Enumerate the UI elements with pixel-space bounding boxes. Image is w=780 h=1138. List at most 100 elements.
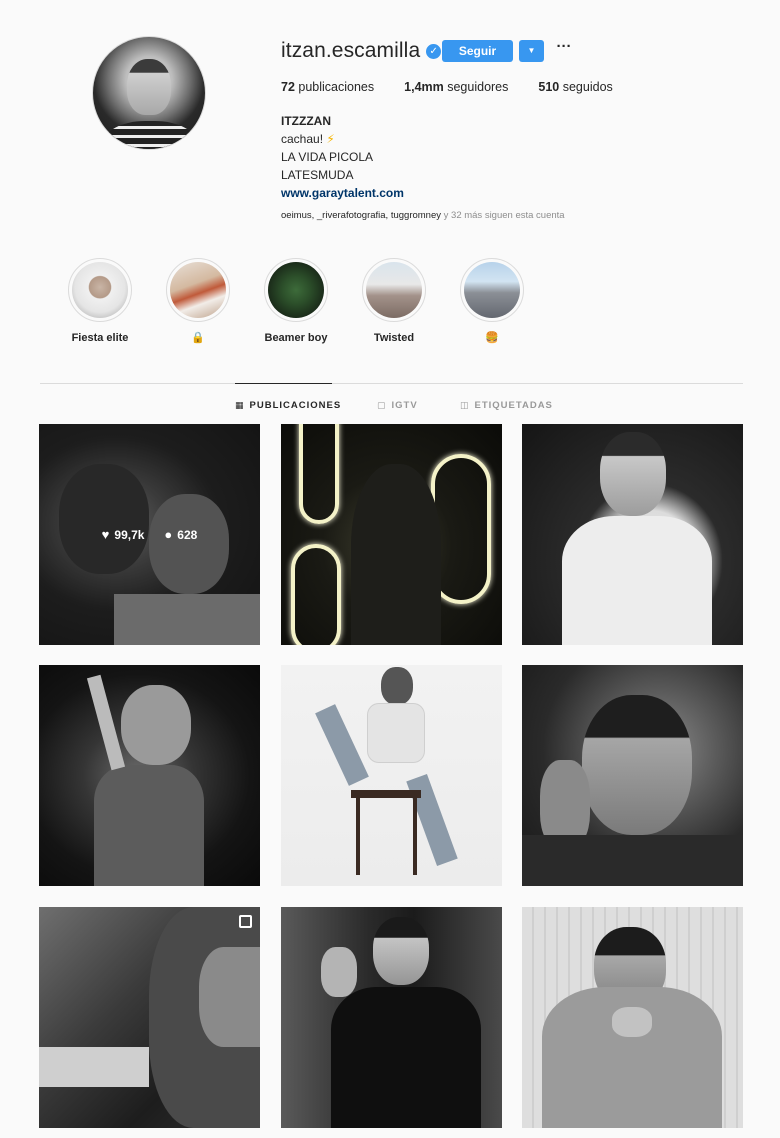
- highlight-thumbnail: [72, 262, 128, 318]
- highlight-thumbnail: [170, 262, 226, 318]
- photo-figure: [600, 432, 666, 516]
- highlight-label: Twisted: [373, 332, 415, 344]
- post-thumbnail[interactable]: [281, 907, 502, 1128]
- burger-icon: 🍔: [485, 332, 499, 344]
- story-highlight[interactable]: 🍔: [442, 258, 542, 345]
- photo-figure: [351, 464, 441, 645]
- followers-label: seguidores: [447, 80, 509, 94]
- bio-name: ITZZZAN: [281, 114, 331, 128]
- comment-icon: ●: [164, 527, 173, 542]
- tab-label: ETIQUETADAS: [474, 400, 553, 411]
- following-count: 510: [538, 80, 560, 94]
- following-stat[interactable]: 510 seguidos: [538, 80, 612, 94]
- post-thumbnail[interactable]: [39, 907, 260, 1128]
- followed-by-rest: y 32 más siguen esta cuenta: [443, 210, 565, 221]
- post-thumbnail[interactable]: [522, 665, 743, 886]
- photo-figure: [321, 947, 357, 997]
- photo-figure: [522, 835, 743, 886]
- post-thumbnail[interactable]: [39, 665, 260, 886]
- tabs-divider: [40, 383, 743, 384]
- carousel-icon: [239, 915, 252, 928]
- posts-stat[interactable]: 72 publicaciones: [281, 80, 374, 94]
- post-thumbnail[interactable]: [522, 907, 743, 1128]
- story-highlight[interactable]: Beamer boy: [246, 258, 346, 345]
- followers-count: 1,4mm: [404, 80, 444, 94]
- post-thumbnail[interactable]: [522, 424, 743, 645]
- tab-label: IGTV: [391, 400, 418, 411]
- tab-posts[interactable]: ▦ PUBLICACIONES: [235, 400, 341, 411]
- tagged-icon: ◫: [460, 400, 470, 410]
- photo-figure: [367, 703, 425, 763]
- photo-figure: [612, 1007, 652, 1037]
- profile-stats: 72 publicaciones 1,4mm seguidores 510 se…: [281, 80, 643, 94]
- avatar-face: [127, 59, 171, 115]
- posts-count: 72: [281, 80, 295, 94]
- highlight-thumbnail: [268, 262, 324, 318]
- bio-line: cachau! ⚡: [281, 130, 404, 148]
- story-highlight[interactable]: Fiesta elite: [50, 258, 150, 345]
- bio-line: LA VIDA PICOLA: [281, 150, 374, 164]
- bio-line-text: cachau!: [281, 132, 324, 146]
- highlight-thumbnail: [366, 262, 422, 318]
- igtv-icon: ▢: [377, 400, 387, 410]
- photo-figure: [199, 947, 260, 1047]
- avatar-shirt: [103, 121, 197, 149]
- post-thumbnail[interactable]: ♥ 99,7k ● 628: [39, 424, 260, 645]
- followed-by-names: oeimus, _riverafotografia, tuggromney: [281, 210, 441, 221]
- likes-stat: ♥ 99,7k: [102, 527, 145, 542]
- highlight-thumbnail: [464, 262, 520, 318]
- lock-icon: 🔒: [191, 332, 205, 344]
- photo-figure: [562, 516, 712, 645]
- username-row: itzan.escamilla ✓: [281, 38, 442, 64]
- tab-igtv[interactable]: ▢ IGTV: [377, 400, 418, 411]
- neon-light: [299, 424, 339, 524]
- highlight-ring: [166, 258, 230, 322]
- highlight-label: Fiesta elite: [71, 332, 129, 344]
- photo-figure: [582, 695, 692, 835]
- photo-figure: [39, 1047, 149, 1087]
- post-thumbnail[interactable]: [281, 424, 502, 645]
- follow-button[interactable]: Seguir: [442, 40, 513, 62]
- followers-stat[interactable]: 1,4mm seguidores: [404, 80, 508, 94]
- highlight-label: Beamer boy: [264, 332, 328, 344]
- photo-figure: [121, 685, 191, 765]
- photo-figure: [351, 790, 421, 798]
- photo-figure: [86, 674, 126, 771]
- highlight-ring: [362, 258, 426, 322]
- photo-figure: [331, 987, 481, 1128]
- followed-by[interactable]: oeimus, _riverafotografia, tuggromney y …: [281, 210, 565, 221]
- photo-figure: [413, 795, 417, 875]
- story-highlight[interactable]: Twisted: [344, 258, 444, 345]
- highlight-ring: [68, 258, 132, 322]
- post-hover-overlay: ♥ 99,7k ● 628: [39, 424, 260, 645]
- highlight-ring: [264, 258, 328, 322]
- heart-icon: ♥: [101, 527, 110, 542]
- comments-stat: ● 628: [164, 527, 197, 542]
- following-label: seguidos: [562, 80, 613, 94]
- comments-count: 628: [177, 527, 198, 542]
- verified-badge-icon: ✓: [426, 43, 442, 59]
- bio-website-link[interactable]: www.garaytalent.com: [281, 184, 404, 202]
- suggestions-dropdown-button[interactable]: ▼: [519, 40, 544, 62]
- story-highlight[interactable]: 🔒: [148, 258, 248, 345]
- post-thumbnail[interactable]: [281, 665, 502, 886]
- neon-light: [291, 544, 341, 645]
- likes-count: 99,7k: [114, 527, 145, 542]
- username: itzan.escamilla: [281, 39, 421, 62]
- photo-figure: [356, 795, 360, 875]
- photo-figure: [315, 704, 369, 786]
- tab-label: PUBLICACIONES: [249, 400, 342, 411]
- profile-avatar[interactable]: [92, 36, 206, 150]
- profile-bio: ITZZZAN cachau! ⚡ LA VIDA PICOLA LATESMU…: [281, 112, 404, 202]
- grid-icon: ▦: [235, 400, 245, 410]
- bio-line: LATESMUDA: [281, 168, 354, 182]
- photo-figure: [94, 765, 204, 886]
- highlight-ring: [460, 258, 524, 322]
- tab-tagged[interactable]: ◫ ETIQUETADAS: [460, 400, 553, 411]
- lightning-icon: ⚡: [326, 132, 335, 146]
- photo-figure: [381, 667, 413, 705]
- photo-figure: [373, 917, 429, 985]
- active-tab-indicator: [235, 383, 332, 384]
- posts-label: publicaciones: [298, 80, 375, 94]
- more-options-icon[interactable]: ···: [555, 38, 573, 60]
